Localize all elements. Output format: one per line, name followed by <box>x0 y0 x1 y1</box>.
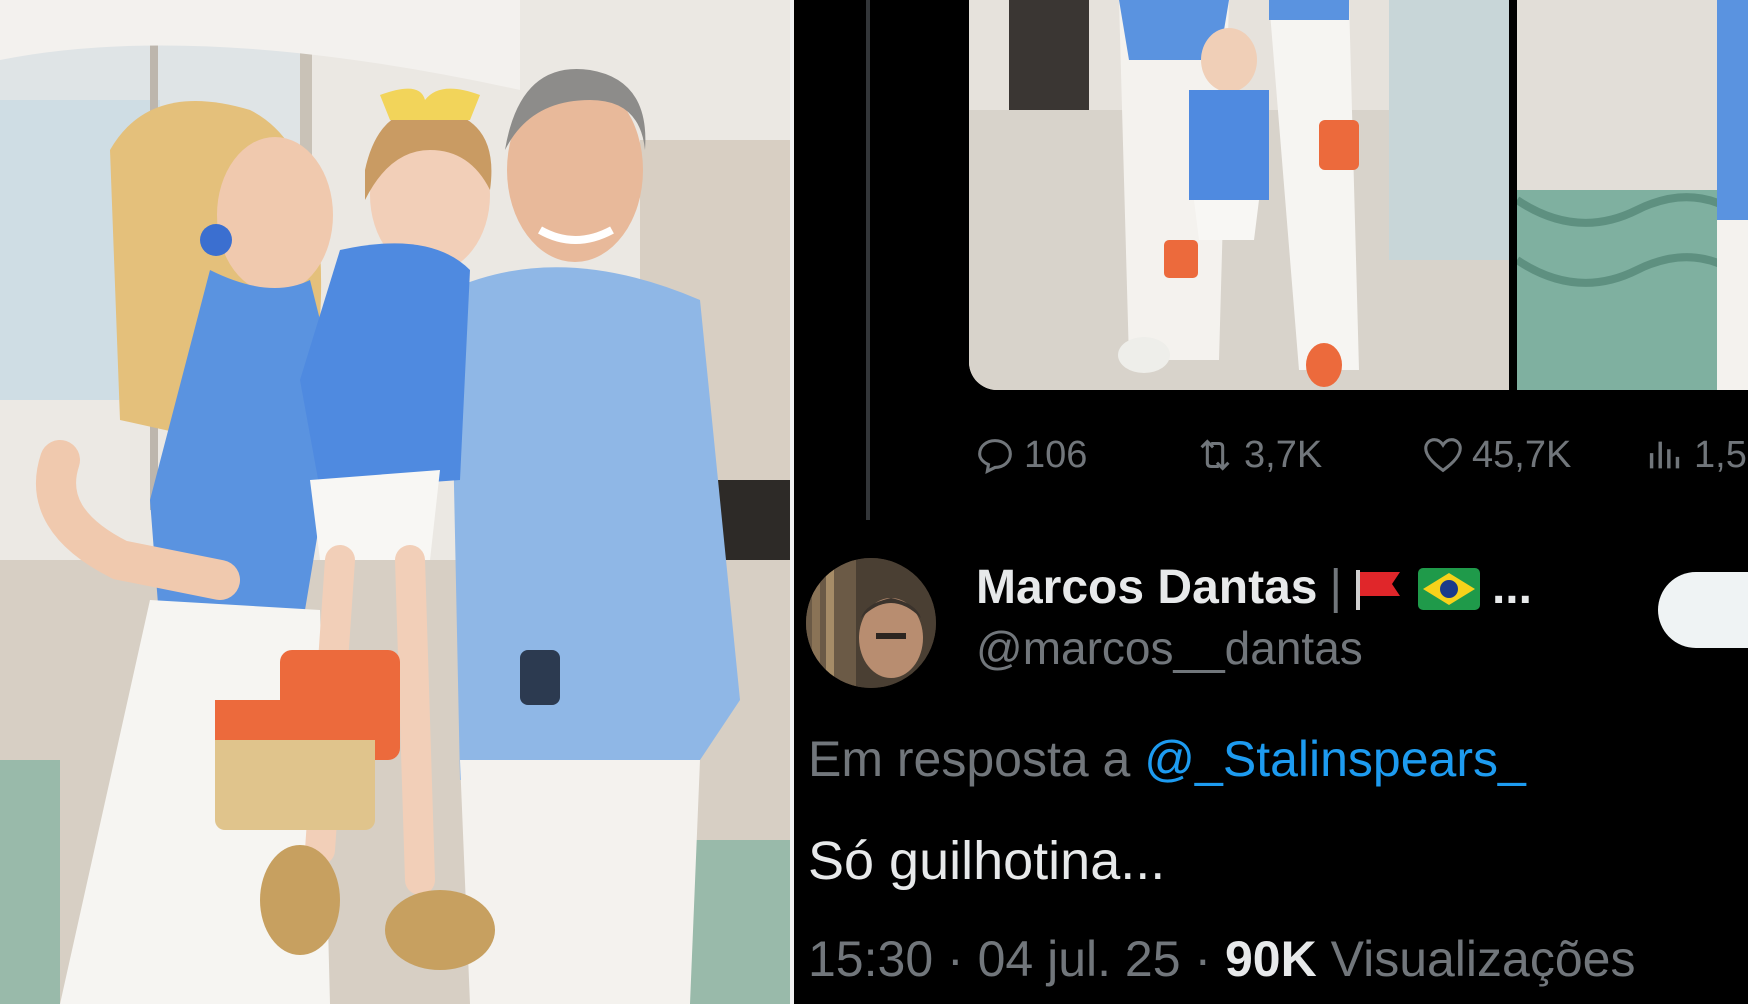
tweet-text: Só guilhotina... <box>808 831 1166 891</box>
speech-bubble-icon <box>978 439 1012 475</box>
brazil-flag-icon <box>1417 567 1480 610</box>
reply-button[interactable]: 106 <box>972 430 1087 480</box>
tweet-date[interactable]: 04 jul. 25 <box>978 931 1181 987</box>
meta-dot-2: · <box>1194 931 1212 987</box>
media-photo-1-illustration <box>969 0 1509 390</box>
reply-context: Em resposta a @_Stalinspears_ <box>808 730 1526 788</box>
author-handle[interactable]: @marcos__dantas <box>976 621 1532 675</box>
tweet-time[interactable]: 15:30 <box>808 931 933 987</box>
author-name-row[interactable]: Marcos Dantas | ... <box>976 560 1532 615</box>
media-photo-2-illustration <box>1517 0 1748 390</box>
reply-prefix: Em resposta a <box>808 731 1131 787</box>
like-count: 45,7K <box>1472 433 1572 476</box>
media-photo-2[interactable] <box>1517 0 1748 390</box>
bar-chart-icon <box>1649 441 1680 469</box>
follow-button[interactable] <box>1658 572 1748 648</box>
author-name-ellipsis: ... <box>1491 561 1532 614</box>
tweet-action-bar: 106 3,7K 45,7K 1,5 <box>972 430 1748 480</box>
author-avatar[interactable] <box>806 558 936 688</box>
thread-connector-line <box>866 0 870 520</box>
views-count-short: 1,5 <box>1694 433 1747 476</box>
reply-to-handle[interactable]: @_Stalinspears_ <box>1144 731 1526 787</box>
avatar-image <box>806 558 936 688</box>
tweet-views-count: 90K <box>1225 931 1317 987</box>
family-photo-illustration <box>0 0 790 1004</box>
tweet-media-grid[interactable] <box>969 0 1748 390</box>
heart-icon <box>1424 438 1462 473</box>
reply-count: 106 <box>1024 433 1088 476</box>
retweet-icon <box>1200 439 1230 471</box>
author-name[interactable]: Marcos Dantas <box>976 560 1317 615</box>
media-photo-1[interactable] <box>969 0 1509 390</box>
meta-dot-1: · <box>947 931 964 987</box>
family-photo <box>0 0 790 1004</box>
name-separator: | <box>1329 561 1342 614</box>
retweet-button[interactable]: 3,7K <box>1192 430 1322 480</box>
author-block: Marcos Dantas | ... @marcos__dantas <box>976 560 1532 675</box>
tweet-meta: 15:30 · 04 jul. 25 · 90K Visualizações <box>808 930 1635 988</box>
views-button[interactable]: 1,5 <box>1642 430 1747 480</box>
like-button[interactable]: 45,7K <box>1420 430 1571 480</box>
red-flag-icon <box>1354 567 1406 610</box>
tweet-screenshot: 106 3,7K 45,7K 1,5 Marcos Dantas | ... @… <box>794 0 1748 1004</box>
retweet-count: 3,7K <box>1244 433 1323 476</box>
tweet-views-label: Visualizações <box>1330 931 1636 987</box>
